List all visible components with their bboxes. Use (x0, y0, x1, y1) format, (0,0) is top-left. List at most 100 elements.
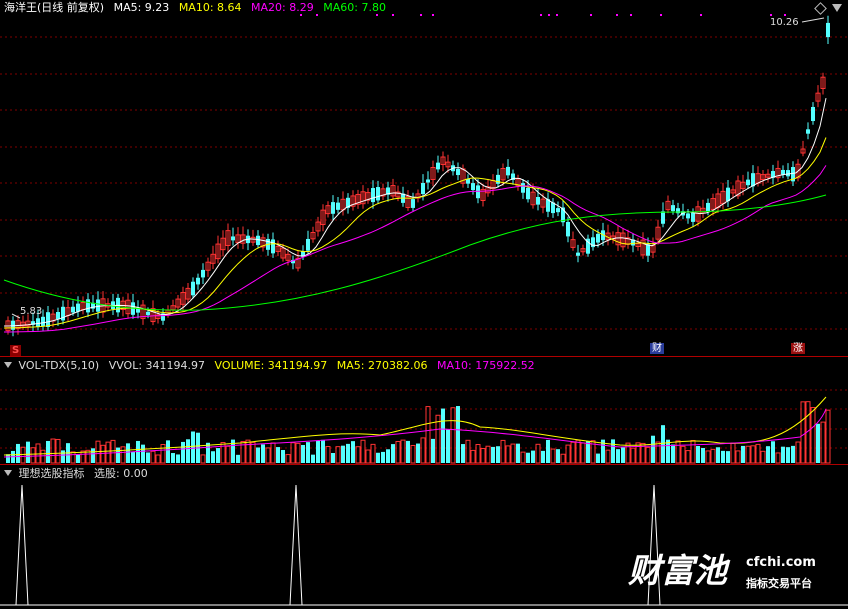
volume-bar (376, 452, 380, 463)
candle-body (336, 202, 340, 210)
volume-bar (480, 448, 486, 464)
candle-body (411, 199, 415, 208)
volume-bar (550, 448, 556, 464)
candle-body (826, 22, 830, 38)
volume-bar (621, 447, 625, 463)
candle-body (646, 244, 650, 256)
candle-body (536, 196, 540, 205)
indicator-collapse-icon[interactable] (4, 470, 12, 476)
indicator-panel[interactable]: 理想选股指标 选股: 0.00 财富池 cfchi.com 指标交易平台 (0, 465, 848, 609)
candle-body (691, 212, 695, 222)
candle-body (96, 299, 100, 312)
volume-bar (391, 444, 395, 463)
volume-bar (265, 447, 271, 464)
volume-collapse-icon[interactable] (4, 362, 12, 368)
volume-bar (786, 447, 790, 463)
volume-bar (420, 437, 426, 464)
volume-bar (710, 448, 716, 464)
volume-bar (355, 446, 361, 464)
volume-bar (116, 447, 120, 463)
volume-bar (580, 442, 586, 464)
volume-bar (285, 454, 291, 464)
volume-bar (171, 453, 175, 463)
volume-bar (560, 453, 566, 464)
vol-ma5-label: MA5: 270382.06 (336, 359, 428, 372)
volume-bar (735, 450, 741, 464)
volume-bar (245, 439, 251, 464)
volume-bar (381, 451, 385, 463)
volume-bar (40, 449, 46, 464)
candle-body (436, 162, 440, 170)
volume-bar (236, 454, 240, 463)
volume-bar (721, 450, 725, 463)
volume-bar (55, 438, 61, 464)
volume-bar (335, 446, 341, 464)
volume-bar (155, 454, 161, 464)
volume-bar (775, 452, 781, 464)
volume-bar (475, 444, 481, 464)
volume-bar (306, 442, 310, 463)
volume-header: VOL-TDX(5,10) VVOL: 341194.97 VOLUME: 34… (4, 359, 541, 373)
signal-dot (616, 14, 618, 16)
volume-panel[interactable]: VOL-TDX(5,10) VVOL: 341194.97 VOLUME: 34… (0, 357, 848, 464)
volume-bar (520, 451, 526, 464)
volume-bar (556, 449, 560, 463)
volume-bar (450, 407, 456, 464)
volume-bar (795, 441, 801, 464)
volume-bar (496, 446, 500, 463)
indicator-header: 理想选股指标 选股: 0.00 (4, 467, 154, 481)
volume-bar (510, 443, 516, 464)
candle-body (46, 312, 50, 328)
vvol-label: VVOL: 341194.97 (108, 359, 206, 372)
volume-bar (351, 441, 355, 463)
volume-bar (820, 421, 826, 464)
signal-dot (540, 14, 542, 16)
price-panel[interactable]: 海洋王(日线 前复权) MA5: 9.23 MA10: 8.64 MA20: 8… (0, 0, 848, 356)
candle-body (56, 311, 60, 320)
candle-body (86, 299, 90, 313)
candle-body (306, 238, 310, 251)
volume-bar (325, 446, 331, 464)
candle-body (811, 106, 815, 122)
volume-bar (541, 450, 545, 463)
signal-dot (392, 14, 394, 16)
candle-body (41, 316, 45, 327)
volume-bar (791, 445, 795, 463)
watermark-brand: 财富池 (628, 551, 727, 590)
volume-bar (186, 439, 190, 463)
volume-bar (655, 441, 661, 464)
scroll-down-icon[interactable] (832, 4, 842, 12)
signal-spike (289, 484, 303, 606)
candle-body (506, 166, 510, 176)
candle-body (671, 205, 675, 212)
volume-chart[interactable] (0, 357, 848, 464)
finance-event-badge[interactable]: 财 (650, 343, 664, 354)
volume-indicator-name[interactable]: VOL-TDX(5,10) (19, 359, 100, 372)
volume-bar (745, 445, 751, 464)
candle-body (271, 239, 275, 254)
volume-bar (446, 429, 450, 463)
volume-bar (160, 444, 166, 464)
candle-body (421, 182, 425, 195)
volume-bar (766, 446, 770, 463)
candle-body (596, 233, 600, 243)
volume-bar (570, 441, 576, 464)
volume-bar (250, 441, 256, 464)
rise-event-badge[interactable]: 涨 (791, 343, 805, 354)
volume-bar (76, 454, 80, 463)
candle-body (521, 183, 525, 193)
volume-bar (200, 454, 206, 464)
candle-body (191, 281, 195, 296)
indicator-name[interactable]: 理想选股指标 (19, 467, 85, 480)
volume-bar (181, 441, 185, 463)
volume-bar (386, 449, 390, 463)
candle-body (496, 174, 500, 184)
volume-bar (425, 406, 431, 464)
volume-bar (191, 431, 195, 463)
s-event-badge[interactable]: S (10, 345, 22, 356)
candle-body (781, 169, 785, 175)
volume-bar (516, 443, 520, 463)
candlestick-chart[interactable] (0, 0, 848, 356)
candle-body (751, 173, 755, 187)
volume-bar (220, 442, 226, 464)
